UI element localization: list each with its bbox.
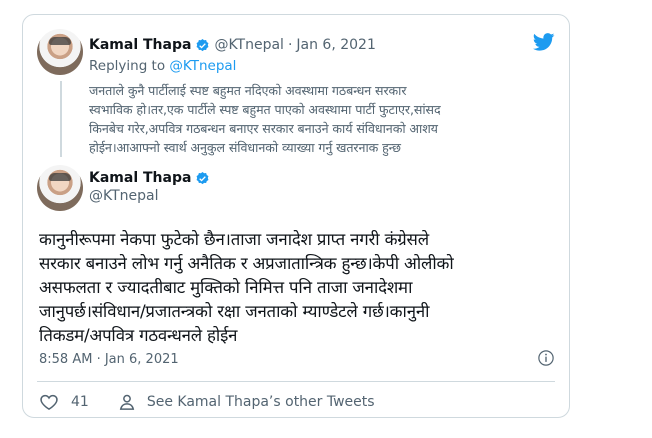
main-text-line: तिकडम/अपवित्र गठवन्धनले होईन — [39, 325, 238, 345]
main-text-line: सरकार बनाउने लोभ गर्नु अनैतिक र अप्रजाता… — [39, 253, 454, 273]
quoted-author-name[interactable]: Kamal Thapa — [89, 37, 191, 53]
heart-icon — [40, 394, 58, 410]
main-author-header: Kamal Thapa @KTnepal — [89, 170, 210, 204]
main-tweet-text: कानुनीरूपमा नेकपा फुटेको छैन।ताजा जनादेश… — [39, 227, 559, 347]
main-author-name[interactable]: Kamal Thapa — [89, 170, 191, 186]
quoted-tweet-date[interactable]: Jan 6, 2021 — [296, 37, 375, 53]
main-author-handle[interactable]: @KTnepal — [89, 188, 210, 204]
quoted-text-line: स्वभाविक हो।तर,एक पार्टीले स्पष्ट बहुमत … — [89, 102, 441, 117]
person-icon — [119, 394, 134, 410]
info-icon[interactable] — [537, 349, 555, 367]
tweet-embed-card: Kamal Thapa @KTnepal · Jan 6, 2021 Reply… — [22, 14, 570, 418]
like-button[interactable]: 41 — [39, 392, 89, 412]
replying-to: Replying to @KTnepal — [89, 58, 236, 74]
like-count: 41 — [71, 394, 89, 410]
see-other-tweets-link[interactable]: See Kamal Thapa’s other Tweets — [117, 392, 375, 412]
tweet-timestamp[interactable]: 8:58 AM · Jan 6, 2021 — [39, 352, 179, 367]
main-text-line: जानुपर्छ।संविधान/प्रजातन्त्रको रक्षा जनत… — [39, 301, 430, 321]
quoted-tweet-text: जनताले कुनै पार्टीलाई स्पष्ट बहुमत नदिएक… — [89, 81, 549, 157]
header-dot-separator: · — [287, 37, 293, 53]
quoted-text-line: होईन।आआफ्नो स्वार्थ अनुकुल संविधानको व्य… — [89, 140, 401, 155]
tweet-time: 8:58 AM — [39, 352, 93, 367]
timestamp-separator: · — [92, 352, 105, 367]
quoted-text-line: जनताले कुनै पार्टीलाई स्पष्ट बहुमत नदिएक… — [89, 83, 407, 98]
main-text-line: कानुनीरूपमा नेकपा फुटेको छैन।ताजा जनादेश… — [39, 229, 429, 249]
quoted-author-header: Kamal Thapa @KTnepal · Jan 6, 2021 — [89, 37, 376, 53]
quoted-author-avatar[interactable] — [37, 29, 83, 75]
main-text-line: असफलता र ज्यादतीबाट मुक्तिको निमित्त पनि… — [39, 277, 413, 297]
verified-badge-icon — [197, 38, 209, 51]
quoted-author-handle[interactable]: @KTnepal — [214, 37, 284, 53]
thread-connector-line — [60, 81, 62, 157]
replying-prefix: Replying to — [89, 58, 170, 74]
main-author-avatar[interactable] — [37, 165, 83, 211]
twitter-bird-icon[interactable] — [533, 33, 555, 51]
tweet-date: Jan 6, 2021 — [104, 352, 179, 367]
verified-badge-icon — [197, 171, 209, 184]
quoted-text-line: किनबेच गरेर,अपवित्र गठबन्धन बनाएर सरकार … — [89, 121, 438, 136]
replying-to-handle-link[interactable]: @KTnepal — [169, 58, 236, 74]
actions-divider — [37, 381, 555, 382]
see-other-tweets-label: See Kamal Thapa’s other Tweets — [146, 394, 375, 410]
tweet-actions-bar: 41 See Kamal Thapa’s other Tweets — [39, 392, 375, 412]
